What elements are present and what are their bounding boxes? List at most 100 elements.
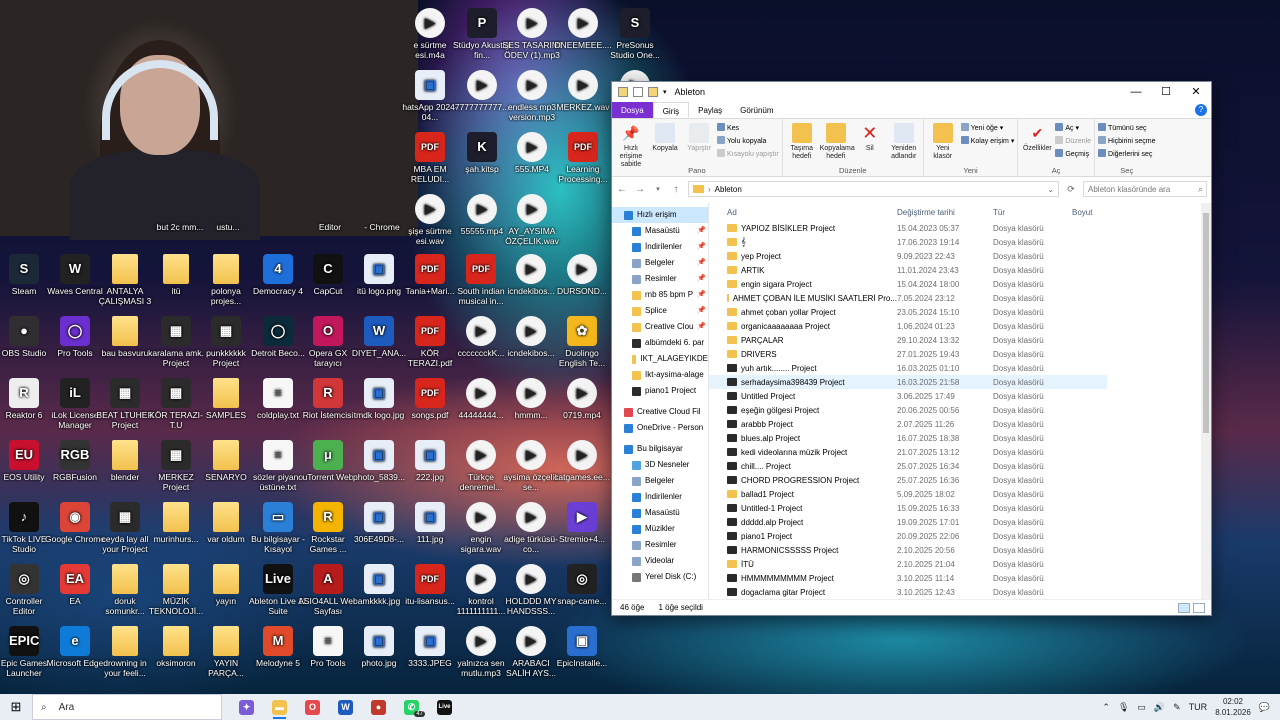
select-all-button[interactable]: Tümünü seç	[1098, 123, 1155, 134]
breadcrumb-current[interactable]: Ableton	[715, 185, 742, 194]
edit-button[interactable]: Düzenle	[1055, 136, 1091, 147]
properties-button[interactable]: ✔ Özellikler	[1021, 121, 1053, 164]
nav-item-piano1-project[interactable]: piano1 Project	[612, 383, 708, 399]
maximize-button[interactable]: ☐	[1151, 82, 1181, 102]
forward-arrow-icon[interactable]: →	[634, 184, 646, 195]
desktop-icon-polonya-projes[interactable]: polonya projes...	[196, 254, 256, 314]
nav-item-bu-bilgisayar[interactable]: Bu bilgisayar	[612, 441, 708, 457]
scrollbar-thumb[interactable]	[1203, 213, 1209, 433]
file-row[interactable]: Untitled Project 3.06.2025 17:49 Dosya kla…	[709, 389, 1211, 403]
desktop-icon-samples[interactable]: SAMPLES	[196, 378, 256, 438]
move-to-button[interactable]: Taşıma hedefi	[786, 121, 818, 164]
tab-home[interactable]: Giriş	[652, 102, 690, 118]
copy-to-button[interactable]: Kopyalama hedefi	[820, 121, 855, 164]
windows-start-icon[interactable]: ⊞	[0, 699, 32, 715]
file-row[interactable]: yep Project 9.09.2023 22:43 Dosya klasörü	[709, 249, 1211, 263]
tab-share[interactable]: Paylaş	[689, 102, 731, 118]
recent-locations-icon[interactable]: ▾	[652, 185, 664, 193]
file-row[interactable]: Untitled-1 Project 15.09.2025 16:33 Dosya …	[709, 501, 1211, 515]
desktop-icon-var-oldum[interactable]: var oldum	[196, 502, 256, 562]
nav-item-m-zikler[interactable]: Müzikler	[612, 521, 708, 537]
desktop-icon-yay-n[interactable]: yayın	[196, 564, 256, 624]
file-row[interactable]: chill.... Project 25.07.2025 16:34 Dosya k…	[709, 459, 1211, 473]
microphone-icon[interactable]: 🎙	[1118, 702, 1129, 713]
copy-path-button[interactable]: Yolu kopyala	[717, 136, 779, 147]
desktop-icon-presonus-studio-one[interactable]: S PreSonus Studio One...	[605, 8, 665, 68]
file-row[interactable]: dogaclama gitar Project 3.10.2025 12:43 Do…	[709, 585, 1211, 599]
file-row[interactable]: CHORD PROGRESSION Project 25.07.2025 16:3…	[709, 473, 1211, 487]
taskbar-app-opera[interactable]: O	[296, 694, 329, 720]
nav-item-videolar[interactable]: Videolar	[612, 553, 708, 569]
desktop-icon-senaryo[interactable]: SENARYO	[196, 440, 256, 500]
language-indicator[interactable]: TUR	[1189, 702, 1208, 712]
volume-icon[interactable]: 🔊	[1154, 702, 1165, 713]
tab-view[interactable]: Görünüm	[731, 102, 782, 118]
file-row[interactable]: İTÜ 2.10.2025 21:04 Dosya klasörü	[709, 557, 1211, 571]
nav-item-ikt-alageyikde[interactable]: IKT_ALAGEYIKDE	[612, 351, 708, 367]
file-row[interactable]: organicaaaaaaaa Project 1.06.2024 01:23 Do…	[709, 319, 1211, 333]
delete-button[interactable]: ✕ Sil	[854, 121, 886, 164]
nav-item-i-ndirilenler[interactable]: İndirilenler 📌	[612, 239, 708, 255]
file-row[interactable]: piano1 Project 20.09.2025 22:06 Dosya klas…	[709, 529, 1211, 543]
search-input[interactable]: Ableton klasöründe ara ⌕	[1083, 181, 1207, 197]
nav-item-i-ndirilenler[interactable]: İndirilenler	[612, 489, 708, 505]
refresh-icon[interactable]: ⟳	[1065, 184, 1077, 195]
desktop-icon-learning-processing[interactable]: PDF Learning Processing...	[553, 132, 613, 192]
tab-file[interactable]: Dosya	[612, 102, 653, 118]
file-row[interactable]: ARTIK 11.01.2024 23:43 Dosya klasörü	[709, 263, 1211, 277]
desktop-icon-punkkkkkk-project[interactable]: ▦ punkkkkkk Project	[196, 316, 256, 376]
help-icon[interactable]: ?	[1195, 104, 1207, 116]
nav-item-creative-clou[interactable]: Creative Clou 📌	[612, 319, 708, 335]
desktop-icon-hatsapp-2024-04[interactable]: ▣ hatsApp 2024-04...	[400, 70, 460, 130]
desktop-icon-dneemeee[interactable]: ▶ DNEEMEEE....	[553, 8, 613, 68]
column-type[interactable]: Tür	[993, 208, 1072, 217]
invert-selection-button[interactable]: Diğerlerini seç	[1098, 149, 1155, 160]
file-row[interactable]: ballad1 Project 5.09.2025 18:02 Dosya klas…	[709, 487, 1211, 501]
notification-icon[interactable]: 💬	[1259, 702, 1270, 713]
file-row[interactable]: YAPIOZ BİSİKLER Project 15.04.2023 05:37 D…	[709, 221, 1211, 235]
file-row[interactable]: engin sigara Project 15.04.2024 18:00 Dosy…	[709, 277, 1211, 291]
pin-quick-access-button[interactable]: 📌 Hızlı erişime sabitle	[615, 121, 647, 168]
nav-item-rnb-85-bpm-p[interactable]: rnb 85 bpm P 📌	[612, 287, 708, 303]
new-folder-button[interactable]: Yeni klasör	[927, 121, 959, 164]
file-row[interactable]: AHMET ÇOBAN İLE MUSİKİ SAATLERİ Pro... 7.…	[709, 291, 1211, 305]
nav-item-3d-nesneler[interactable]: 3D Nesneler	[612, 457, 708, 473]
nav-item-h-zl-eri-im[interactable]: Hızlı erişim	[612, 207, 708, 223]
desktop-icon-snap-came[interactable]: ◎ snap-came...	[552, 564, 612, 624]
minimize-button[interactable]: —	[1121, 82, 1151, 102]
cut-button[interactable]: Kes	[717, 123, 779, 134]
new-folder-quick-icon[interactable]	[648, 87, 658, 97]
large-icons-view-icon[interactable]	[1193, 602, 1205, 613]
nav-item-masa-st[interactable]: Masaüstü	[612, 505, 708, 521]
file-row[interactable]: arabbb Project 2.07.2025 11:26 Dosya klasö…	[709, 417, 1211, 431]
column-size[interactable]: Boyut	[1072, 208, 1092, 217]
taskbar-search[interactable]: ⌕ Ara	[32, 694, 222, 720]
file-row[interactable]: PARÇALAR 29.10.2024 13:32 Dosya klasörü	[709, 333, 1211, 347]
nav-item-belgeler[interactable]: Belgeler	[612, 473, 708, 489]
back-arrow-icon[interactable]: ←	[616, 184, 628, 195]
desktop-icon-dursond[interactable]: ▶ DURSOND...	[552, 254, 612, 314]
address-dropdown-icon[interactable]: ⌄	[1047, 185, 1054, 194]
file-row[interactable]: eşeğin gölgesi Project 20.06.2025 00:56 Do…	[709, 403, 1211, 417]
file-row[interactable]: kedi videolarına müzik Project 21.07.2025…	[709, 445, 1211, 459]
file-row[interactable]: DRIVERS 27.01.2025 19:43 Dosya klasörü	[709, 347, 1211, 361]
desktop-icon-mba-em-reludi[interactable]: PDF MBA EM RELUDI...	[400, 132, 460, 192]
nav-item-creative-cloud-fil[interactable]: Creative Cloud Fil	[612, 404, 708, 420]
nav-item-masa-st[interactable]: Masaüstü 📌	[612, 223, 708, 239]
nav-item-ikt-aysima-alage[interactable]: Ikt-aysima-alage	[612, 367, 708, 383]
desktop-icon-duolingo-english-te[interactable]: ✿ Duolingo English Te...	[552, 316, 612, 376]
desktop-icon-0719-mp4[interactable]: ▶ 0719.mp4	[552, 378, 612, 438]
show-hidden-icons-icon[interactable]: ⌃	[1102, 702, 1110, 713]
taskbar-app-file-explorer[interactable]: ▬	[263, 694, 296, 720]
paste-button[interactable]: Yapıştır	[683, 121, 715, 164]
desktop-icon-stremio-4[interactable]: ▶ Stremio+4...	[552, 502, 612, 562]
file-row[interactable]: HMMMMMMMMM Project 3.10.2025 11:14 Dosya k…	[709, 571, 1211, 585]
close-button[interactable]: ✕	[1181, 82, 1211, 102]
nav-item-splice[interactable]: Splice 📌	[612, 303, 708, 319]
pen-icon[interactable]: ✎	[1173, 702, 1181, 713]
clock[interactable]: 02:02 8.01.2026	[1215, 696, 1251, 718]
history-button[interactable]: Geçmiş	[1055, 149, 1091, 160]
file-row[interactable]: 𝄞 17.06.2023 19:14 Dosya klasörü	[709, 235, 1211, 249]
desktop-icon-yayin-par-a[interactable]: YAYIN PARÇA...	[196, 626, 256, 686]
properties-quick-icon[interactable]	[633, 87, 643, 97]
